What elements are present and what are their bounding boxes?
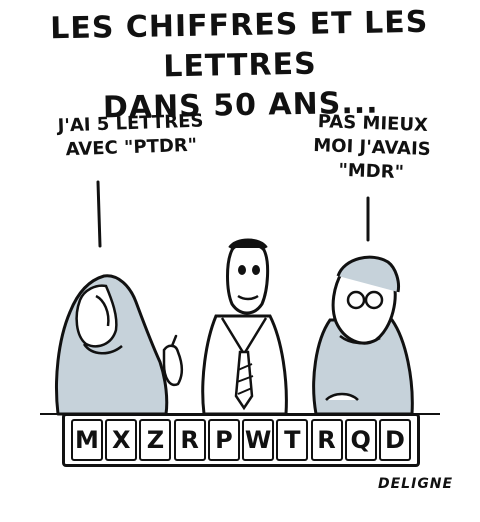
letter-tile: Z (139, 419, 172, 461)
letter-tile: R (310, 419, 343, 461)
speech-pointer-left (96, 180, 102, 248)
letter-tile: W (242, 419, 275, 461)
right-contestant (312, 255, 414, 416)
letter-tile: Q (344, 419, 377, 461)
letter-tile: M (71, 419, 103, 461)
artist-signature: DELIGNE (378, 476, 454, 492)
letter-tile: D (378, 419, 411, 461)
left-contestant (55, 274, 183, 416)
letter-tile: X (105, 419, 138, 461)
letter-tile: P (207, 419, 240, 461)
letter-board: MXZRPWTRQD (62, 413, 420, 467)
letter-tile: T (276, 419, 309, 461)
letter-tile: R (173, 419, 206, 461)
middle-contestant (201, 238, 288, 416)
